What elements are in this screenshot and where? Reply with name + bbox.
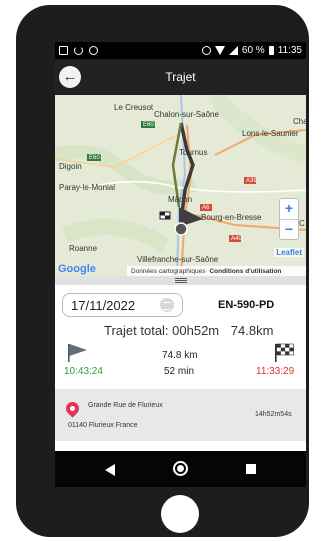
map-road-label: A40: [231, 236, 242, 242]
license-plate: EN-590-PD: [218, 299, 275, 311]
map-attribution: Données cartographiques Conditions d'uti…: [127, 266, 306, 276]
map-city-label: Mâcon: [168, 195, 193, 204]
drag-handle-icon: [174, 278, 187, 283]
zoom-control: + −: [279, 198, 299, 240]
status-bar: 60 % 11:35: [55, 42, 306, 59]
map-city-label: Chalon-sur-Saône: [154, 110, 219, 119]
drag-handle[interactable]: [55, 276, 306, 285]
wifi-icon: [214, 46, 225, 55]
phone-frame: 60 % 11:35 ← Trajet Le Creusot Chalon-su…: [16, 5, 309, 537]
trip-duration: 52 min: [164, 366, 195, 377]
start-flag-icon: [68, 344, 87, 362]
map-city-label: Cha: [293, 117, 306, 126]
map-road-label: A39: [246, 178, 257, 184]
start-time: 10:43:24: [64, 366, 103, 377]
trip-distance: 74.8 km: [162, 350, 198, 361]
battery-percent: 60 %: [241, 45, 265, 56]
map-road-label: A6: [202, 205, 210, 211]
system-nav-bar: [55, 451, 306, 487]
address-city: 01140 Flurieux France: [68, 422, 138, 429]
trip-panel: 17/11/2022 EN-590-PD Trajet total: 00h52…: [55, 285, 306, 451]
no-sim-icon: [89, 46, 98, 55]
map-city-label: Bourg-en-Bresse: [201, 213, 262, 222]
map-city-label: Tournus: [179, 148, 208, 157]
calendar-icon[interactable]: [160, 298, 174, 312]
sync-icon: [74, 46, 83, 55]
page-title: Trajet: [165, 70, 196, 84]
map-city-label: Le Creusot: [114, 103, 154, 112]
nav-home-icon[interactable]: [173, 461, 188, 476]
phone-screen: 60 % 11:35 ← Trajet Le Creusot Chalon-su…: [55, 42, 306, 487]
phone-home-button[interactable]: [161, 495, 199, 533]
nav-back-icon[interactable]: [105, 464, 115, 476]
map-road-label: E607: [89, 155, 104, 161]
map-city-label: Villefranche-sur-Saône: [137, 255, 219, 264]
google-logo: Google: [58, 263, 96, 275]
date-field[interactable]: 17/11/2022: [62, 293, 183, 317]
address-street: Grande Rue de Flurieux: [88, 402, 163, 409]
back-arrow-icon[interactable]: ←: [59, 66, 81, 88]
zoom-in-button[interactable]: +: [280, 199, 298, 219]
total-duration: Trajet total: 00h52m: [104, 323, 220, 338]
trip-total: Trajet total: 00h52m 74.8km: [104, 323, 273, 338]
map-city-label: C: [299, 219, 305, 228]
map-road-label: E607: [143, 122, 158, 128]
finish-flag-icon: [275, 343, 294, 362]
map-city-label: Roanne: [69, 244, 98, 253]
address-card[interactable]: Grande Rue de Flurieux 01140 Flurieux Fr…: [55, 389, 306, 441]
leaflet-link[interactable]: Leaflet: [274, 248, 304, 257]
clock: 11:35: [277, 45, 302, 56]
terms-link[interactable]: Conditions d'utilisation: [209, 268, 281, 275]
alarm-icon: [201, 46, 211, 55]
map-city-label: Lons-le-Saunier: [242, 129, 299, 138]
nav-recent-icon[interactable]: [246, 464, 256, 474]
route-map[interactable]: Le Creusot Chalon-sur-Saône Lons-le-Saun…: [55, 95, 306, 276]
map-city-label: Paray-le-Monial: [59, 183, 116, 192]
map-city-label: Digoin: [59, 162, 82, 171]
stop-duration: 14h52m54s: [255, 411, 292, 418]
battery-icon: [268, 46, 274, 55]
zoom-out-button[interactable]: −: [280, 219, 298, 239]
signal-icon: [228, 46, 238, 55]
attribution-text: Données cartographiques: [131, 267, 206, 275]
picture-icon: [59, 46, 68, 55]
app-bar: ← Trajet: [55, 59, 306, 95]
date-value: 17/11/2022: [71, 297, 136, 313]
end-time: 11:33:29: [256, 366, 295, 377]
total-distance: 74.8km: [230, 323, 274, 338]
location-pin-icon: [63, 399, 82, 418]
